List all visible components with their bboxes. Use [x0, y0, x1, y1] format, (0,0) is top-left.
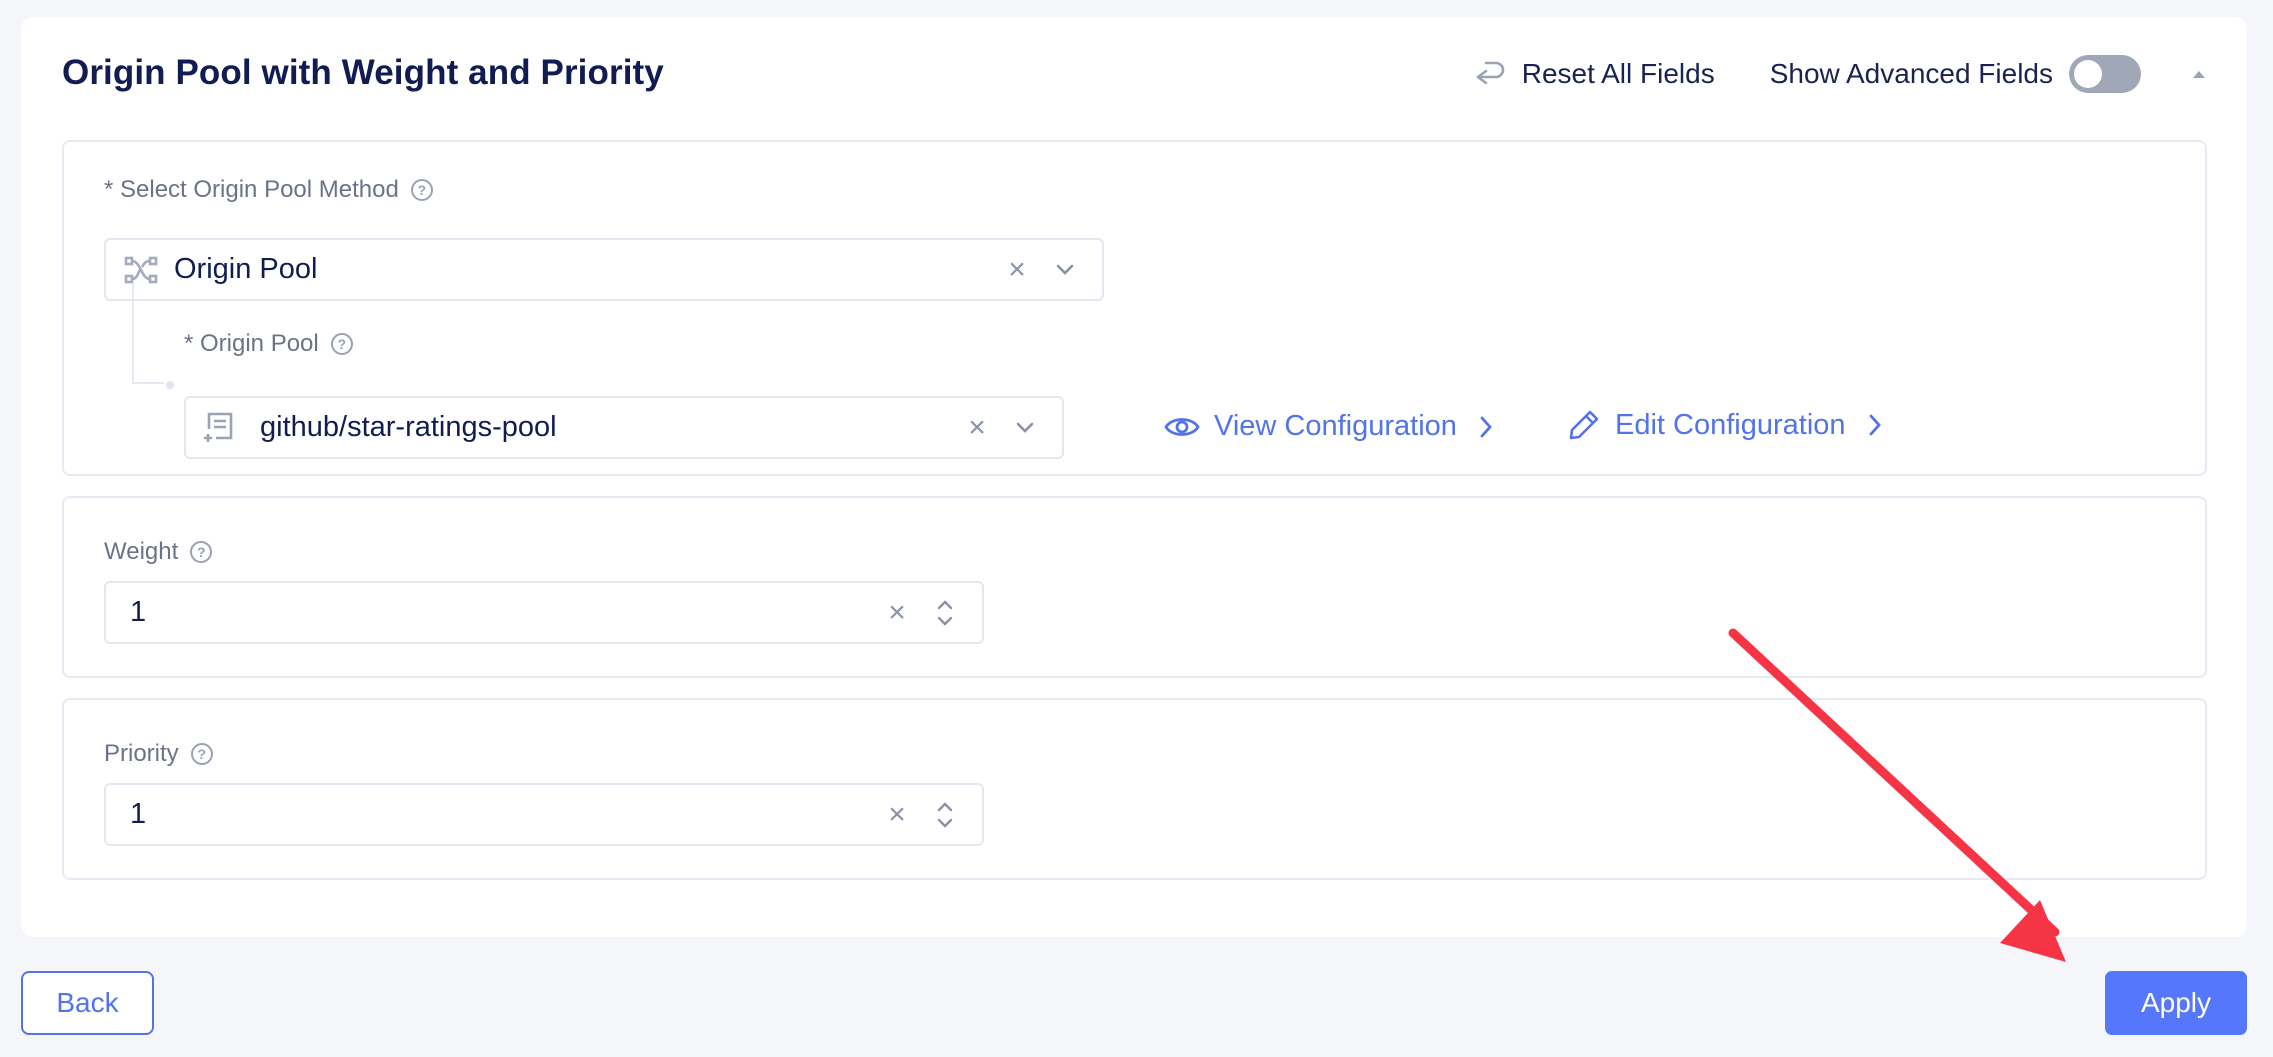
priority-input[interactable]: 1 × — [104, 783, 984, 846]
priority-value: 1 — [130, 798, 147, 830]
origin-pool-value: github/star-ratings-pool — [260, 411, 557, 443]
reset-all-fields-button[interactable]: Reset All Fields — [1474, 58, 1715, 90]
priority-section: Priority ? 1 × — [62, 698, 2207, 880]
header-actions: Reset All Fields Show Advanced Fields — [1474, 53, 2211, 95]
pencil-icon — [1569, 410, 1599, 440]
edit-configuration-label: Edit Configuration — [1615, 408, 1846, 441]
number-stepper[interactable] — [930, 801, 960, 828]
tree-connector-dot — [166, 381, 174, 389]
show-advanced-fields-label: Show Advanced Fields — [1769, 58, 2053, 89]
origin-pool-method-select[interactable]: Origin Pool × — [104, 238, 1104, 301]
clear-icon[interactable]: × — [882, 798, 912, 832]
origin-pool-method-section: * Select Origin Pool Method ? Origin Poo… — [62, 140, 2207, 476]
list-add-icon — [204, 412, 233, 442]
decrement-icon[interactable] — [937, 818, 953, 828]
weight-input[interactable]: 1 × — [104, 581, 984, 644]
clear-icon[interactable]: × — [1002, 253, 1032, 287]
origin-pool-method-value: Origin Pool — [174, 253, 318, 285]
page-title: Origin Pool with Weight and Priority — [62, 53, 664, 92]
view-configuration-link[interactable]: View Configuration — [1164, 410, 1493, 443]
help-icon[interactable]: ? — [330, 333, 353, 355]
apply-button[interactable]: Apply — [2105, 971, 2247, 1035]
show-advanced-fields-toggle[interactable] — [2069, 55, 2141, 93]
weight-label: Weight ? — [104, 538, 213, 566]
caret-up-icon — [2193, 71, 2205, 78]
help-icon[interactable]: ? — [190, 541, 213, 563]
view-configuration-label: View Configuration — [1214, 410, 1457, 442]
network-icon — [124, 256, 158, 283]
collapse-section-button[interactable] — [2187, 62, 2211, 86]
form-card: Origin Pool with Weight and Priority Res… — [21, 17, 2247, 937]
chevron-right-icon — [1480, 416, 1492, 437]
clear-icon[interactable]: × — [882, 596, 912, 630]
toggle-knob — [2074, 60, 2102, 88]
weight-value: 1 — [130, 596, 147, 628]
chevron-down-icon[interactable] — [1010, 422, 1040, 434]
undo-icon — [1476, 61, 1505, 85]
origin-pool-select[interactable]: github/star-ratings-pool × — [184, 396, 1064, 459]
tree-connector — [132, 283, 164, 384]
select-origin-pool-method-label: * Select Origin Pool Method ? — [104, 176, 433, 204]
reset-all-fields-label: Reset All Fields — [1521, 58, 1715, 89]
decrement-icon[interactable] — [937, 616, 953, 626]
increment-icon[interactable] — [937, 599, 953, 610]
origin-pool-label: * Origin Pool ? — [184, 330, 353, 358]
label-text: Priority — [104, 740, 179, 767]
help-icon[interactable]: ? — [190, 743, 213, 765]
clear-icon[interactable]: × — [962, 411, 992, 445]
label-text: * Origin Pool — [184, 330, 319, 357]
label-text: Weight — [104, 538, 179, 565]
help-icon[interactable]: ? — [410, 179, 433, 201]
edit-configuration-link[interactable]: Edit Configuration — [1567, 408, 1882, 442]
chevron-right-icon — [1869, 414, 1881, 436]
number-stepper[interactable] — [930, 599, 960, 626]
increment-icon[interactable] — [937, 801, 953, 812]
priority-label: Priority ? — [104, 740, 213, 768]
back-button[interactable]: Back — [21, 971, 154, 1035]
eye-icon — [1164, 417, 1200, 436]
chevron-down-icon[interactable] — [1050, 264, 1080, 276]
weight-section: Weight ? 1 × — [62, 496, 2207, 678]
label-text: * Select Origin Pool Method — [104, 176, 399, 203]
